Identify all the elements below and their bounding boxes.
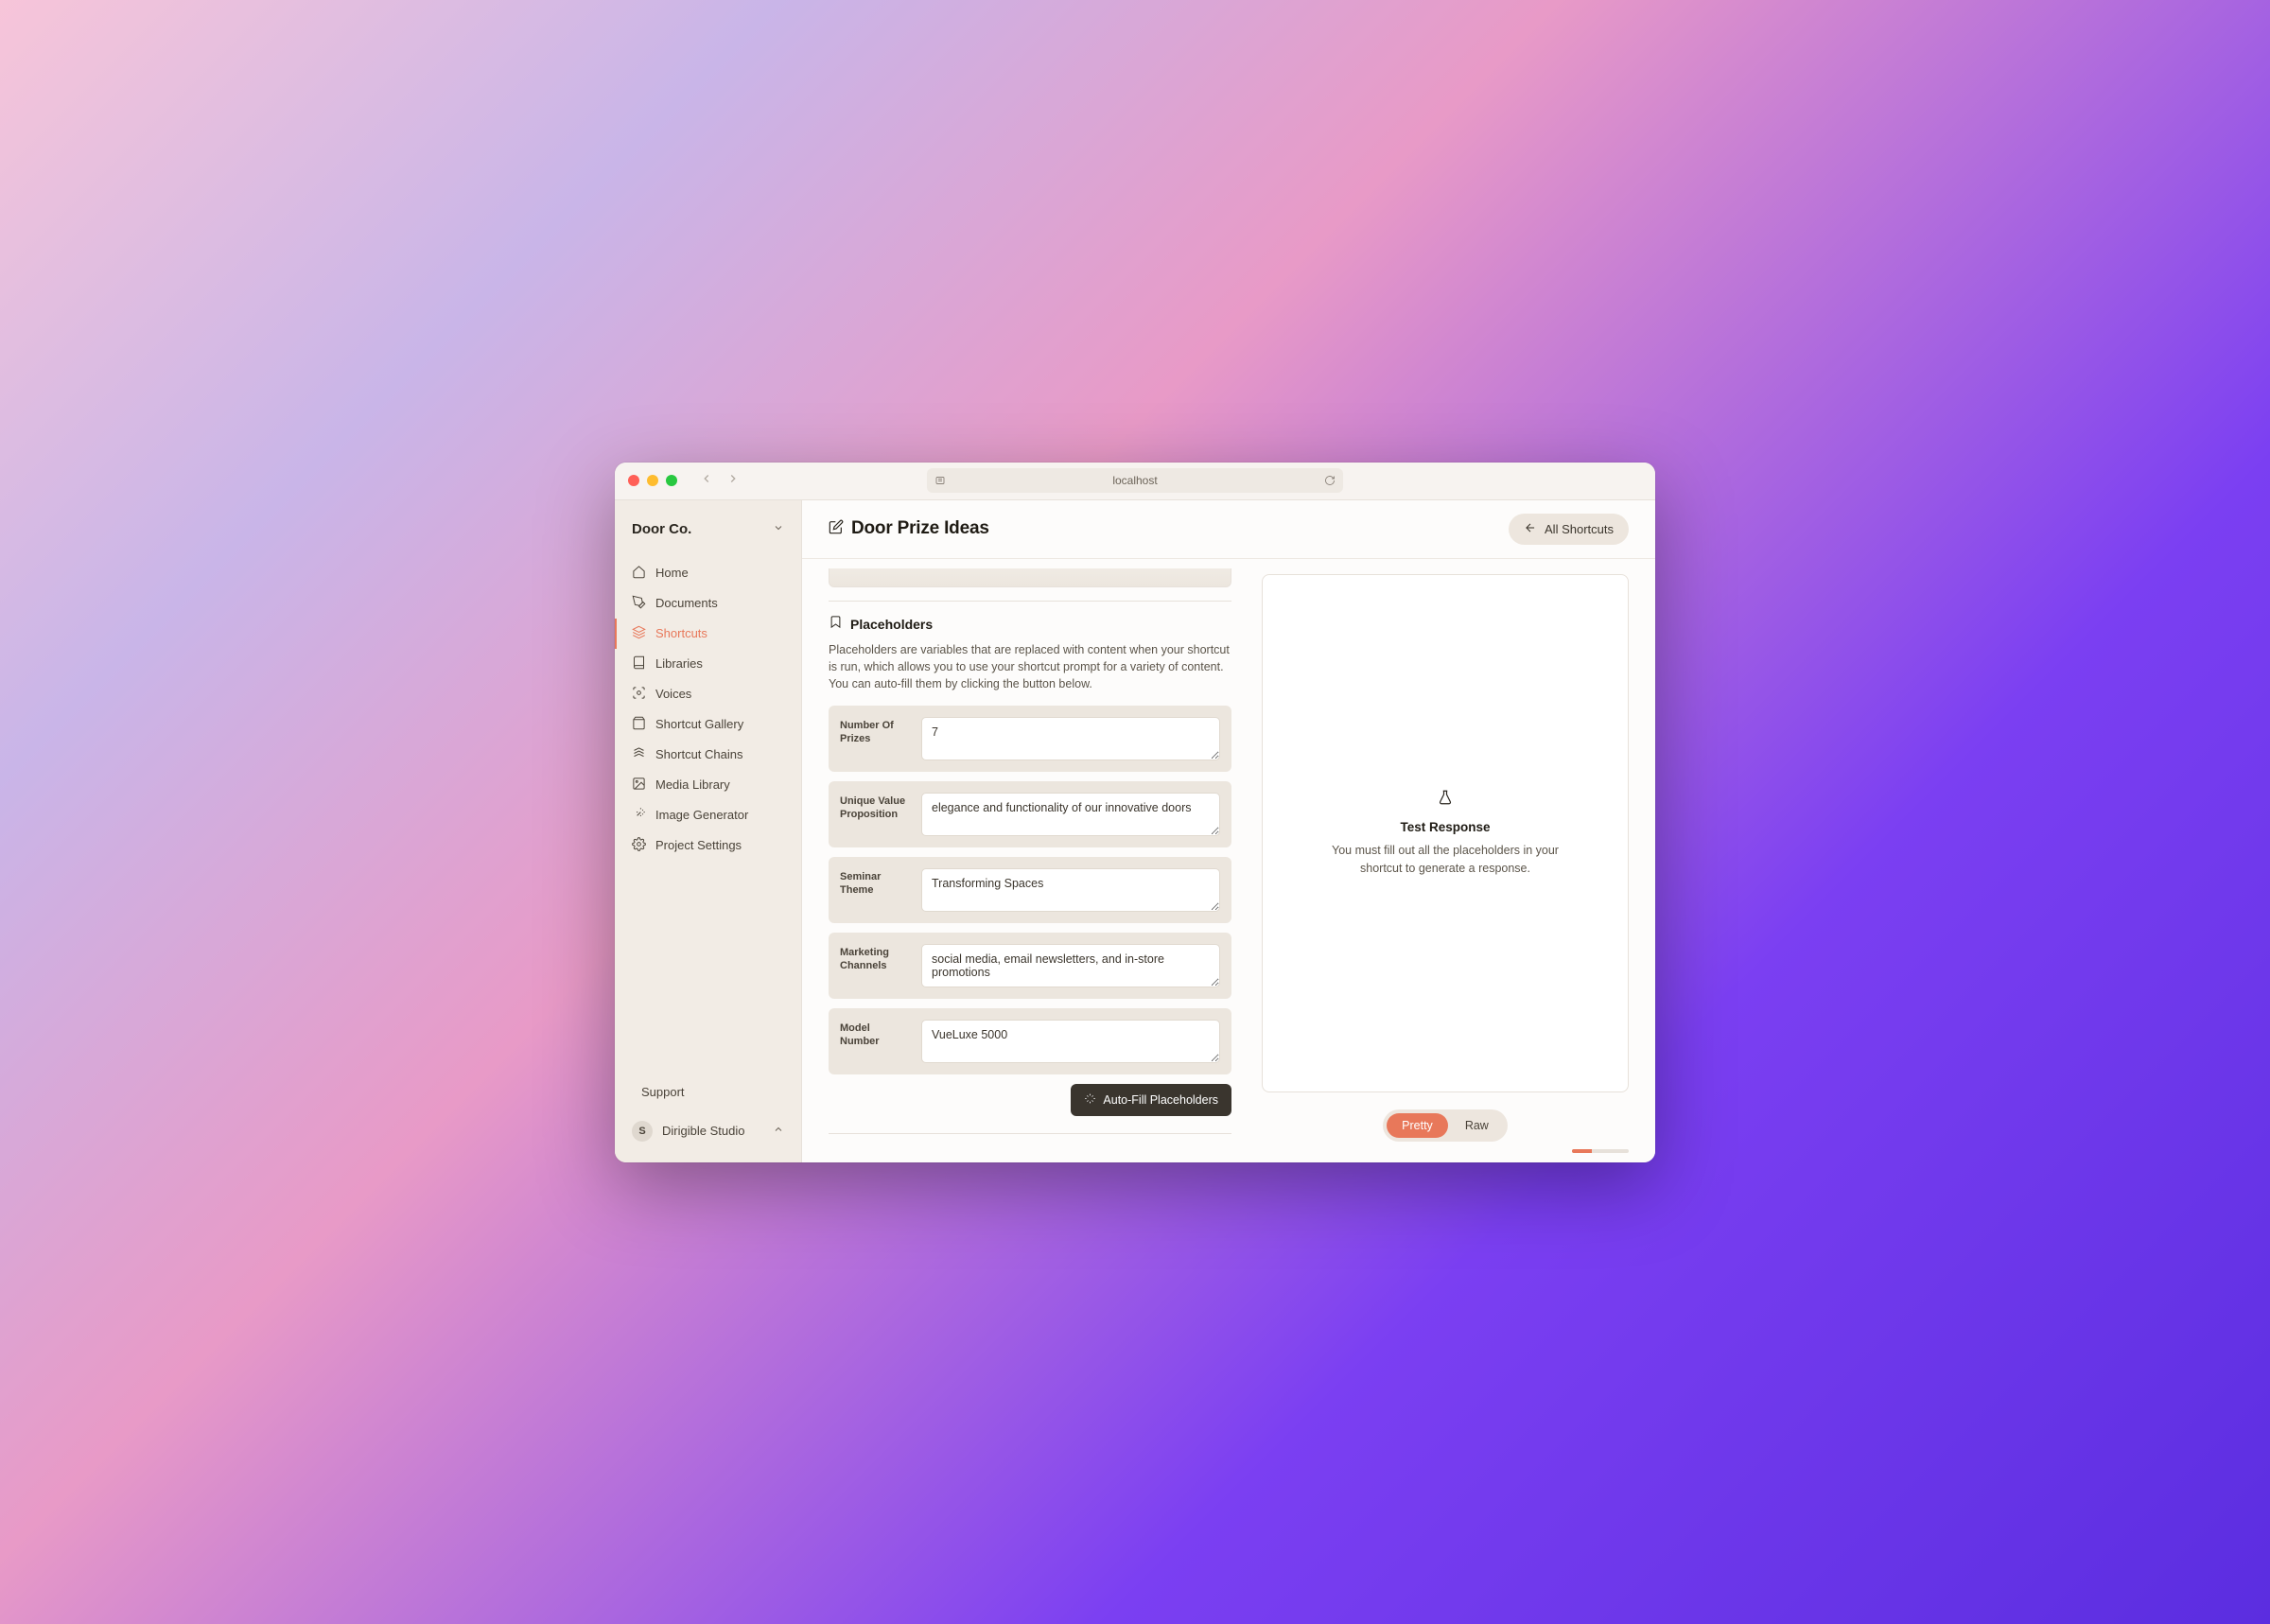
gear-icon — [632, 837, 646, 854]
workspace-name: Door Co. — [632, 521, 691, 537]
field-input-number-of-prizes[interactable] — [921, 717, 1220, 760]
sidebar-item-home[interactable]: Home — [615, 558, 801, 588]
placeholders-heading-row: Placeholders — [829, 615, 1231, 634]
toggle-pretty[interactable]: Pretty — [1387, 1113, 1448, 1138]
reload-icon[interactable] — [1324, 475, 1336, 486]
field-input-model-number[interactable] — [921, 1020, 1220, 1063]
edit-icon — [829, 519, 844, 539]
image-icon — [632, 777, 646, 794]
forward-icon[interactable] — [726, 472, 740, 490]
scan-icon — [632, 686, 646, 703]
sidebar-item-label: Documents — [655, 596, 718, 610]
wand-icon — [632, 807, 646, 824]
flask-icon — [1437, 789, 1454, 820]
pen-icon — [632, 595, 646, 612]
all-shortcuts-button[interactable]: All Shortcuts — [1509, 514, 1629, 545]
sidebar-item-libraries[interactable]: Libraries — [615, 649, 801, 679]
field-input-seminar-theme[interactable] — [921, 868, 1220, 912]
bookmark-icon — [829, 615, 843, 634]
response-column: Test Response You must fill out all the … — [1262, 559, 1629, 1142]
sidebar-item-support[interactable]: Support — [615, 1078, 801, 1106]
sidebar-item-label: Shortcuts — [655, 626, 707, 640]
layers-icon — [632, 625, 646, 642]
book-icon — [632, 655, 646, 672]
window-maximize-button[interactable] — [666, 475, 677, 486]
sidebar-nav: Home Documents Shortcuts Libraries Voice… — [615, 554, 801, 864]
response-heading: Test Response — [1400, 820, 1490, 834]
sidebar-item-label: Shortcut Gallery — [655, 717, 743, 731]
reader-icon — [934, 475, 946, 486]
main: Door Prize Ideas All Shortcuts Placehold… — [802, 500, 1655, 1162]
form-column: Placeholders Placeholders are variables … — [829, 559, 1231, 1142]
response-box: Test Response You must fill out all the … — [1262, 574, 1629, 1092]
all-shortcuts-label: All Shortcuts — [1545, 522, 1614, 536]
browser-nav — [700, 472, 740, 490]
field-input-marketing-channels[interactable] — [921, 944, 1220, 987]
field-label: Marketing Channels — [840, 944, 910, 987]
url-text: localhost — [1112, 474, 1157, 487]
browser-titlebar: localhost — [615, 463, 1655, 500]
window-minimize-button[interactable] — [647, 475, 658, 486]
sidebar-item-documents[interactable]: Documents — [615, 588, 801, 619]
field-model-number: Model Number — [829, 1008, 1231, 1074]
placeholders-description: Placeholders are variables that are repl… — [829, 641, 1231, 692]
field-label: Number Of Prizes — [840, 717, 910, 760]
sidebar-item-shortcut-chains[interactable]: Shortcut Chains — [615, 740, 801, 770]
sidebar-item-label: Image Generator — [655, 808, 748, 822]
field-input-uvp[interactable] — [921, 793, 1220, 836]
sidebar-item-image-generator[interactable]: Image Generator — [615, 800, 801, 830]
stack-icon — [632, 746, 646, 763]
arrow-left-icon — [1524, 521, 1537, 537]
response-format-toggle: Pretty Raw — [1383, 1109, 1508, 1142]
field-label: Seminar Theme — [840, 868, 910, 912]
window-close-button[interactable] — [628, 475, 639, 486]
chevron-down-icon — [773, 521, 784, 537]
sidebar-item-label: Libraries — [655, 656, 703, 671]
sidebar-item-label: Shortcut Chains — [655, 747, 743, 761]
sidebar-item-voices[interactable]: Voices — [615, 679, 801, 709]
progress-indicator — [1572, 1149, 1629, 1153]
shopping-icon — [632, 716, 646, 733]
field-seminar-theme: Seminar Theme — [829, 857, 1231, 923]
account-name: Dirigible Studio — [662, 1124, 744, 1138]
avatar: S — [632, 1121, 653, 1142]
page-header: Door Prize Ideas All Shortcuts — [802, 500, 1655, 559]
workspace-switcher[interactable]: Door Co. — [615, 515, 801, 554]
chevron-up-icon — [773, 1124, 784, 1138]
placeholders-heading: Placeholders — [850, 617, 933, 632]
sidebar: Door Co. Home Documents Shortcuts — [615, 500, 802, 1162]
window-controls — [628, 475, 677, 486]
autofill-placeholders-button[interactable]: Auto-Fill Placeholders — [1071, 1084, 1231, 1116]
field-number-of-prizes: Number Of Prizes — [829, 706, 1231, 772]
sidebar-item-media-library[interactable]: Media Library — [615, 770, 801, 800]
progress-bar-fill — [1572, 1149, 1592, 1153]
divider — [829, 601, 1231, 602]
sparkle-icon — [1084, 1092, 1096, 1108]
toggle-raw[interactable]: Raw — [1450, 1113, 1504, 1138]
sidebar-item-shortcuts[interactable]: Shortcuts — [615, 619, 801, 649]
sidebar-item-label: Home — [655, 566, 689, 580]
page-title: Door Prize Ideas — [851, 518, 989, 539]
field-label: Model Number — [840, 1020, 910, 1063]
sidebar-item-label: Media Library — [655, 777, 730, 792]
sidebar-item-shortcut-gallery[interactable]: Shortcut Gallery — [615, 709, 801, 740]
sidebar-item-project-settings[interactable]: Project Settings — [615, 830, 801, 861]
back-icon[interactable] — [700, 472, 713, 490]
collapsed-section — [829, 568, 1231, 587]
field-label: Unique Value Proposition — [840, 793, 910, 836]
sidebar-item-label: Voices — [655, 687, 691, 701]
autofill-label: Auto-Fill Placeholders — [1103, 1093, 1218, 1107]
support-label: Support — [641, 1085, 685, 1099]
account-switcher[interactable]: S Dirigible Studio — [615, 1106, 801, 1147]
home-icon — [632, 565, 646, 582]
response-body: You must fill out all the placeholders i… — [1313, 842, 1578, 878]
url-bar[interactable]: localhost — [927, 468, 1343, 493]
app-window: localhost Door Co. Home Documents — [615, 463, 1655, 1162]
field-unique-value-proposition: Unique Value Proposition — [829, 781, 1231, 847]
sidebar-item-label: Project Settings — [655, 838, 742, 852]
field-marketing-channels: Marketing Channels — [829, 933, 1231, 999]
divider — [829, 1133, 1231, 1134]
